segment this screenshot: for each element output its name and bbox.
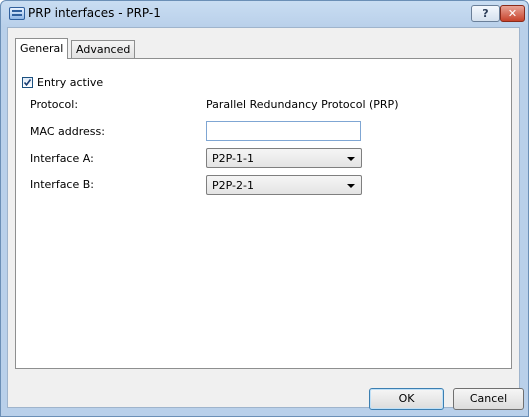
interface-b-label: Interface B: xyxy=(30,178,94,191)
interface-b-value: P2P-2-1 xyxy=(212,179,254,192)
dropdown-arrow-icon xyxy=(347,184,355,188)
entry-active-checkbox[interactable] xyxy=(22,77,33,88)
dropdown-arrow-icon xyxy=(347,157,355,161)
ok-button[interactable]: OK xyxy=(369,388,444,410)
tab-general[interactable]: General xyxy=(15,38,69,59)
cancel-button[interactable]: Cancel xyxy=(453,388,524,410)
interface-a-label: Interface A: xyxy=(30,152,94,165)
close-button[interactable]: ✕ xyxy=(500,5,525,22)
interface-a-value: P2P-1-1 xyxy=(212,152,254,165)
help-button[interactable]: ? xyxy=(471,5,500,22)
protocol-value: Parallel Redundancy Protocol (PRP) xyxy=(206,98,399,111)
interface-b-select[interactable]: P2P-2-1 xyxy=(206,175,362,195)
window-title: PRP interfaces - PRP-1 xyxy=(28,6,161,20)
window-app-icon xyxy=(9,7,25,20)
check-mark-icon xyxy=(23,79,32,87)
tab-advanced[interactable]: Advanced xyxy=(71,40,136,59)
interface-a-select[interactable]: P2P-1-1 xyxy=(206,148,362,168)
mac-address-label: MAC address: xyxy=(30,125,105,138)
protocol-label: Protocol: xyxy=(30,98,79,111)
mac-address-input[interactable] xyxy=(206,121,361,141)
entry-active-label[interactable]: Entry active xyxy=(37,76,103,89)
title-bar[interactable]: PRP interfaces - PRP-1 ? ✕ xyxy=(1,1,528,27)
